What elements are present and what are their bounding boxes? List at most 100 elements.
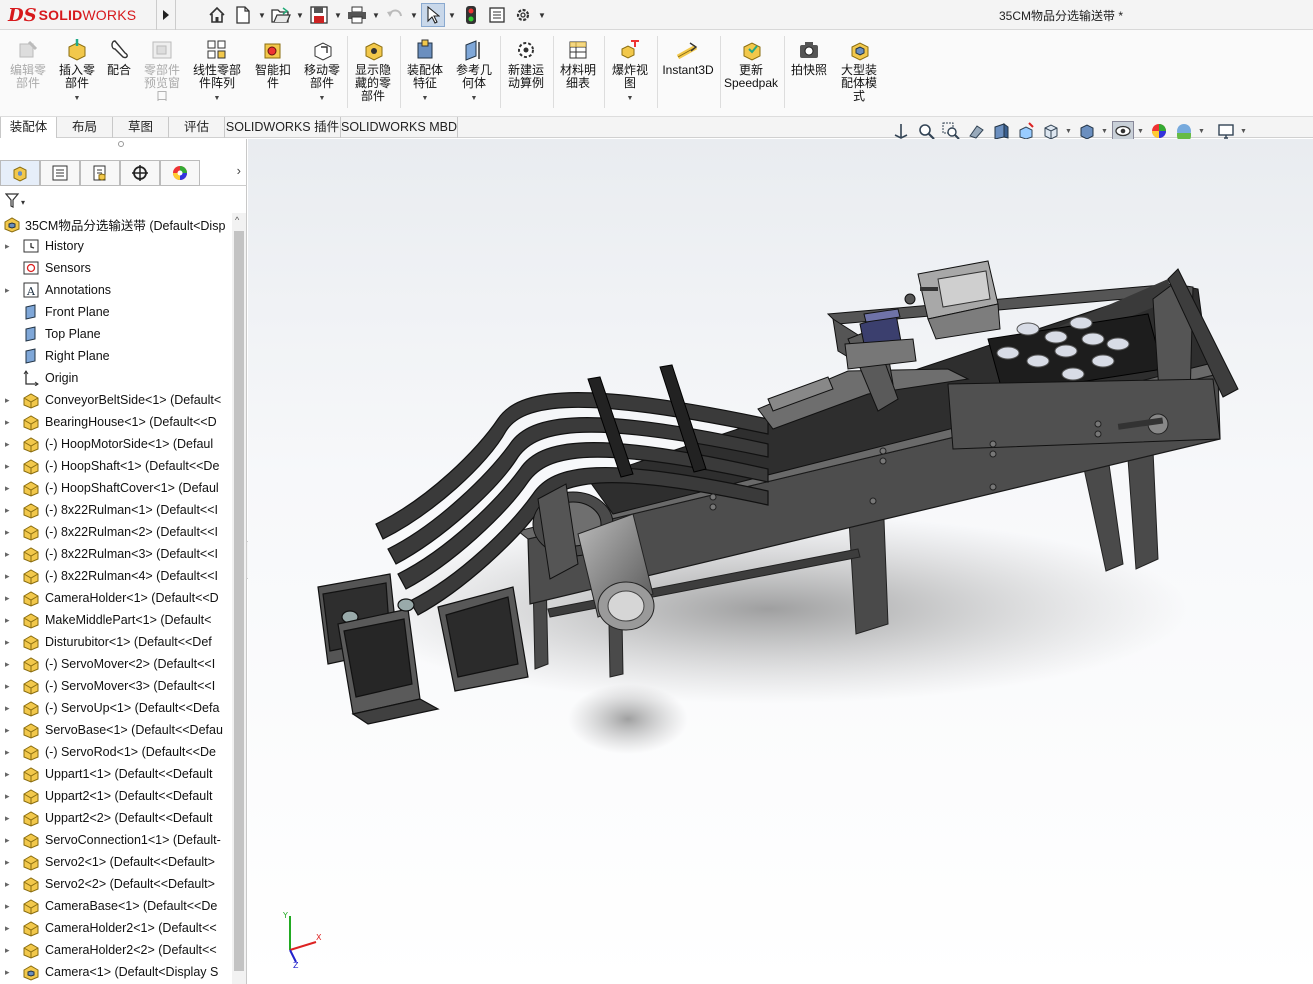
configuration-manager-icon[interactable] xyxy=(80,160,120,186)
expand-arrow-icon[interactable]: ▸ xyxy=(5,439,15,450)
scrollbar-thumb[interactable] xyxy=(234,231,244,971)
tree-item[interactable]: ▸ CameraHolder2<1> (Default<< xyxy=(0,917,232,939)
pane-grip-icon[interactable] xyxy=(118,141,124,147)
open-icon[interactable] xyxy=(269,3,293,27)
zoom-to-area-icon[interactable] xyxy=(940,121,962,141)
tree-item[interactable]: Right Plane xyxy=(0,345,232,367)
linear-pattern-button[interactable]: 线性零部 件阵列 ▼ xyxy=(190,38,244,105)
expand-arrow-icon[interactable]: ▸ xyxy=(5,395,15,406)
exploded-view-button[interactable]: 爆炸视 图 ▼ xyxy=(607,38,653,105)
tab-solidworks-addins[interactable]: SOLIDWORKS 插件 xyxy=(225,117,341,138)
update-speedpak-button[interactable]: 更新 Speedpak xyxy=(722,38,780,90)
new-motion-study-button[interactable]: 新建运 动算例 xyxy=(503,38,549,90)
print-dropdown-icon[interactable]: ▼ xyxy=(371,3,381,27)
instant3d-button[interactable]: Instant3D xyxy=(660,38,716,77)
select-dropdown-icon[interactable]: ▼ xyxy=(447,3,457,27)
tree-item[interactable]: ▸ Disturubitor<1> (Default<<Def xyxy=(0,631,232,653)
expand-arrow-icon[interactable]: ▸ xyxy=(5,813,15,824)
tree-item[interactable]: ▸ CameraBase<1> (Default<<De xyxy=(0,895,232,917)
menu-expand-arrow-icon[interactable] xyxy=(156,0,176,30)
scroll-up-arrow-icon[interactable]: ^ xyxy=(235,215,239,225)
tree-item[interactable]: Origin xyxy=(0,367,232,389)
save-icon[interactable] xyxy=(307,3,331,27)
tree-item[interactable]: ▸ MakeMiddlePart<1> (Default< xyxy=(0,609,232,631)
tree-item[interactable]: ▸ (-) HoopShaftCover<1> (Defaul xyxy=(0,477,232,499)
undo-dropdown-icon[interactable]: ▼ xyxy=(409,3,419,27)
expand-arrow-icon[interactable]: ▸ xyxy=(5,703,15,714)
display-style-icon[interactable] xyxy=(1076,121,1098,141)
linear-pattern-dropdown-icon[interactable]: ▼ xyxy=(214,92,221,105)
tree-item[interactable]: ▸ (-) 8x22Rulman<3> (Default<<I xyxy=(0,543,232,565)
insert-component-dropdown-icon[interactable]: ▼ xyxy=(74,92,81,105)
reference-geometry-dropdown-icon[interactable]: ▼ xyxy=(471,92,478,105)
expand-arrow-icon[interactable]: ▸ xyxy=(5,835,15,846)
show-hidden-components-button[interactable]: 显示隐 藏的零 部件 xyxy=(350,38,396,103)
tree-item[interactable]: ▸ ConveyorBeltSide<1> (Default< xyxy=(0,389,232,411)
expand-arrow-icon[interactable]: ▸ xyxy=(5,923,15,934)
expand-arrow-icon[interactable]: ▸ xyxy=(5,659,15,670)
bill-of-materials-button[interactable]: 材料明 细表 xyxy=(556,38,600,90)
expand-arrow-icon[interactable]: ▸ xyxy=(5,725,15,736)
assembly-features-button[interactable]: 装配体 特征 ▼ xyxy=(403,38,447,105)
expand-arrow-icon[interactable]: ▸ xyxy=(5,747,15,758)
options-gear-icon[interactable] xyxy=(511,3,535,27)
file-properties-icon[interactable] xyxy=(485,3,509,27)
expand-arrow-icon[interactable]: ▸ xyxy=(5,945,15,956)
dynamic-annotation-icon[interactable] xyxy=(1015,121,1037,141)
view-settings-icon[interactable] xyxy=(1215,121,1237,141)
tab-evaluate[interactable]: 评估 xyxy=(169,117,225,138)
select-arrow-icon[interactable] xyxy=(421,3,445,27)
tree-item[interactable]: ▸ CameraHolder2<2> (Default<< xyxy=(0,939,232,961)
expand-arrow-icon[interactable]: ▸ xyxy=(5,241,15,252)
save-dropdown-icon[interactable]: ▼ xyxy=(333,3,343,27)
view-orientation-cube-icon[interactable] xyxy=(1040,121,1062,141)
component-preview-button[interactable]: 零部件 预览窗 口 xyxy=(140,38,184,103)
edit-component-button[interactable]: 编辑零 部件 xyxy=(6,38,50,90)
insert-component-button[interactable]: 插入零 部件 ▼ xyxy=(54,38,100,105)
conveyor-belt-model[interactable] xyxy=(248,139,1313,984)
expand-arrow-icon[interactable]: ▸ xyxy=(5,879,15,890)
expand-arrow-icon[interactable]: ▸ xyxy=(5,549,15,560)
large-assembly-mode-button[interactable]: 大型装 配体模 式 xyxy=(836,38,882,103)
tab-solidworks-mbd[interactable]: SOLIDWORKS MBD xyxy=(341,117,458,138)
expand-arrow-icon[interactable]: ▸ xyxy=(5,967,15,978)
tree-item[interactable]: ▸ (-) ServoMover<2> (Default<<I xyxy=(0,653,232,675)
expand-arrow-icon[interactable]: ▸ xyxy=(5,857,15,868)
home-icon[interactable] xyxy=(205,3,229,27)
dimxpert-icon[interactable] xyxy=(120,160,160,186)
tree-item[interactable]: Front Plane xyxy=(0,301,232,323)
tab-layout[interactable]: 布局 xyxy=(57,117,113,138)
expand-arrow-icon[interactable]: ▸ xyxy=(5,285,15,296)
previous-view-icon[interactable] xyxy=(965,121,987,141)
tree-item[interactable]: ▸ History xyxy=(0,235,232,257)
expand-arrow-icon[interactable]: ▸ xyxy=(5,483,15,494)
expand-arrow-icon[interactable]: ▸ xyxy=(5,769,15,780)
tree-item[interactable]: ▸ (-) ServoUp<1> (Default<<Defa xyxy=(0,697,232,719)
graphics-area[interactable] xyxy=(248,139,1313,984)
tree-item[interactable]: ▸ A Annotations xyxy=(0,279,232,301)
print-icon[interactable] xyxy=(345,3,369,27)
tab-sketch[interactable]: 草图 xyxy=(113,117,169,138)
tree-item[interactable]: ▸ (-) HoopMotorSide<1> (Defaul xyxy=(0,433,232,455)
expand-arrow-icon[interactable]: ▸ xyxy=(5,901,15,912)
expand-arrow-icon[interactable]: ▸ xyxy=(5,791,15,802)
tree-item[interactable]: ▸ Uppart2<1> (Default<<Default xyxy=(0,785,232,807)
tree-item[interactable]: Sensors xyxy=(0,257,232,279)
new-document-icon[interactable] xyxy=(231,3,255,27)
tree-item[interactable]: ▸ Camera<1> (Default<Display S xyxy=(0,961,232,983)
reference-geometry-button[interactable]: 参考几 何体 ▼ xyxy=(452,38,496,105)
view-settings-dropdown-icon[interactable]: ▼ xyxy=(1240,128,1248,135)
display-style-dropdown-icon[interactable]: ▼ xyxy=(1101,128,1109,135)
new-dropdown-icon[interactable]: ▼ xyxy=(257,3,267,27)
tree-item[interactable]: ▸ CameraHolder<1> (Default<<D xyxy=(0,587,232,609)
exploded-view-dropdown-icon[interactable]: ▼ xyxy=(627,92,634,105)
expand-arrow-icon[interactable]: ▸ xyxy=(5,505,15,516)
tree-item[interactable]: ▸ ServoConnection1<1> (Default- xyxy=(0,829,232,851)
tree-item[interactable]: ▸ BearingHouse<1> (Default<<D xyxy=(0,411,232,433)
tree-item[interactable]: ▸ (-) 8x22Rulman<2> (Default<<I xyxy=(0,521,232,543)
mate-button[interactable]: 配合 xyxy=(103,38,135,77)
featuremanager-tree-icon[interactable] xyxy=(0,160,40,186)
hide-show-items-icon[interactable] xyxy=(1112,121,1134,141)
chevron-right-icon[interactable]: › xyxy=(237,163,241,178)
expand-arrow-icon[interactable]: ▸ xyxy=(5,637,15,648)
